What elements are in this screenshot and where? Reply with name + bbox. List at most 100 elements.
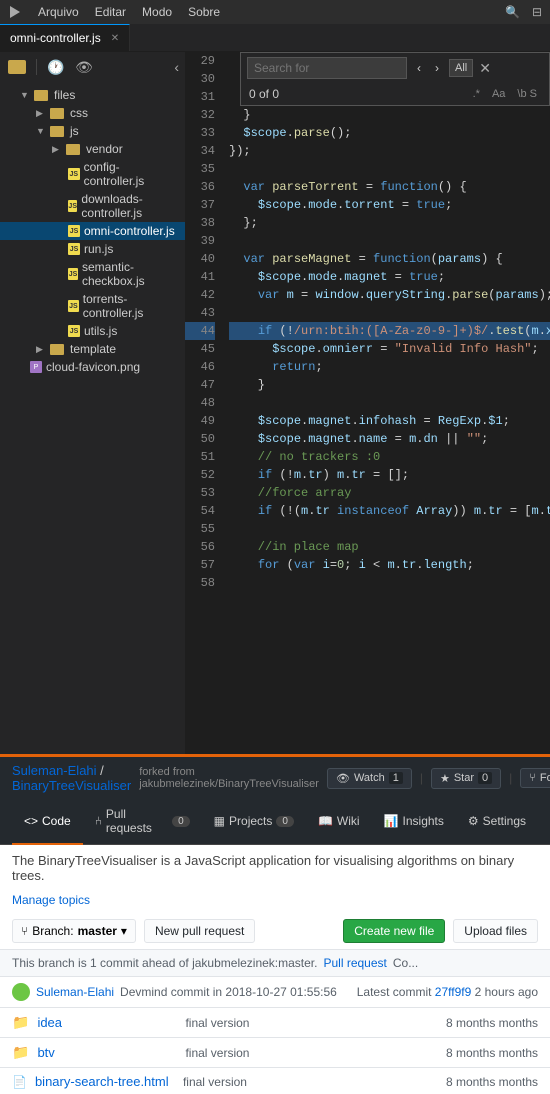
sidebar-file-omni-controller[interactable]: JS omni-controller.js (0, 222, 185, 240)
file-icon: 📄 (12, 1075, 27, 1089)
menu-arquivo[interactable]: Arquivo (38, 5, 79, 19)
github-branch-label: Branch: (32, 924, 73, 938)
search-input[interactable] (247, 57, 407, 79)
js-file-icon: JS (68, 325, 80, 337)
github-create-new-file-button[interactable]: Create new file (343, 919, 445, 943)
line-num: 44 (185, 322, 215, 340)
github-actions: 👁 Watch 1 | ★ Star 0 | ⑂ Fork 1 (327, 768, 550, 789)
sidebar-item-css[interactable]: ▶ css (0, 104, 185, 122)
github-file-row-binary-search-tree[interactable]: 📄 binary-search-tree.html final version … (0, 1068, 550, 1094)
eye-button[interactable]: 👁 (73, 56, 95, 78)
github-nav-code-label: Code (42, 814, 71, 828)
sidebar-item-template[interactable]: ▶ template (0, 340, 185, 358)
sidebar-file-config-controller[interactable]: JS config-controller.js (0, 158, 185, 190)
github-owner-link[interactable]: Suleman-Elahi (12, 763, 97, 778)
github-file-row-btv[interactable]: 📁 btv final version 8 months months (0, 1038, 550, 1068)
github-commit-label: Latest commit (357, 985, 435, 999)
github-watch-button[interactable]: 👁 Watch 1 (327, 768, 412, 789)
github-nav-settings[interactable]: ⚙ Settings (456, 799, 538, 845)
clock-icon: 🕐 (47, 59, 64, 76)
github-file-list: 📁 idea final version 8 months months 📁 b… (0, 1008, 550, 1094)
search-case-button[interactable]: Aa (488, 86, 509, 102)
sidebar-file-utils[interactable]: JS utils.js (0, 322, 185, 340)
github-commit-author-link[interactable]: Suleman-Elahi (36, 985, 114, 999)
github-nav-code[interactable]: <> Code (12, 799, 83, 845)
github-commit-bar: This branch is 1 commit ahead of jakubme… (0, 950, 550, 977)
line-num: 49 (185, 412, 215, 430)
line-num: 50 (185, 430, 215, 448)
github-fork-label: Fork (540, 772, 550, 784)
sidebar-label-run: run.js (84, 242, 113, 256)
format-icon[interactable]: ⊟ (532, 5, 542, 19)
github-file-name-idea[interactable]: idea (37, 1015, 177, 1030)
sidebar-file-run[interactable]: JS run.js (0, 240, 185, 258)
github-file-name-binary-search-tree[interactable]: binary-search-tree.html (35, 1074, 175, 1089)
code-line (229, 520, 550, 538)
sidebar-item-js[interactable]: ▼ js (0, 122, 185, 140)
search-next-button[interactable]: › (431, 59, 443, 77)
search-word-button[interactable]: \b S (513, 86, 541, 102)
search-close-button[interactable]: ✕ (479, 60, 491, 77)
sidebar-file-semantic-checkbox[interactable]: JS semantic-checkbox.js (0, 258, 185, 290)
github-pull-request-link[interactable]: Pull request (323, 956, 386, 970)
search-icon[interactable]: 🔍 (505, 5, 520, 19)
tab-omni-controller[interactable]: omni-controller.js ✕ (0, 24, 130, 51)
projects-icon: ▦ (214, 814, 225, 828)
collapse-sidebar-button[interactable]: ‹ (174, 59, 179, 75)
github-watch-count: 1 (389, 772, 403, 784)
github-fork-button[interactable]: ⑂ Fork 1 (520, 768, 550, 788)
line-num: 31 (185, 88, 215, 106)
menu-sobre[interactable]: Sobre (188, 5, 220, 19)
menu-editar[interactable]: Editar (95, 5, 126, 19)
code-line: $scope.magnet.name = m.dn || ""; (229, 430, 550, 448)
github-file-name-btv[interactable]: btv (37, 1045, 177, 1060)
history-button[interactable]: 🕐 (45, 56, 67, 78)
github-file-row-idea[interactable]: 📁 idea final version 8 months months (0, 1008, 550, 1038)
menu-modo[interactable]: Modo (142, 5, 172, 19)
line-num: 47 (185, 376, 215, 394)
code-icon: <> (24, 814, 38, 828)
github-nav-projects[interactable]: ▦ Projects 0 (202, 799, 306, 845)
search-prev-button[interactable]: ‹ (413, 59, 425, 77)
new-file-button[interactable] (6, 56, 28, 78)
line-num: 55 (185, 520, 215, 538)
github-repo-link[interactable]: BinaryTreeVisualiser (12, 778, 131, 793)
github-watch-label: Watch (354, 772, 385, 784)
sidebar-tree: ▼ files ▶ css ▼ js ▶ vendor (0, 82, 185, 754)
github-nav-wiki[interactable]: 📖 Wiki (306, 799, 372, 845)
code-line: if (!(m.tr instanceof Array)) m.tr = [m.… (229, 502, 550, 520)
github-new-pull-request-button[interactable]: New pull request (144, 919, 255, 943)
line-num: 36 (185, 178, 215, 196)
sidebar-file-cloud-favicon[interactable]: P cloud-favicon.png (0, 358, 185, 376)
github-description: The BinaryTreeVisualiser is a JavaScript… (0, 845, 550, 891)
sidebar-file-torrents-controller[interactable]: JS torrents-controller.js (0, 290, 185, 322)
github-upload-files-button[interactable]: Upload files (453, 919, 538, 943)
fork-icon: ⑂ (529, 772, 536, 784)
github-nav-insights[interactable]: 📊 Insights (372, 799, 456, 845)
btn-separator2: | (509, 771, 512, 785)
wiki-icon: 📖 (318, 814, 333, 828)
sidebar-toolbar: 🕐 👁 ‹ (0, 52, 185, 82)
code-line: $scope.mode.torrent = true; (229, 196, 550, 214)
github-star-button[interactable]: ★ Star 0 (431, 768, 501, 789)
search-regex-button[interactable]: .* (469, 86, 484, 102)
sidebar-item-files[interactable]: ▼ files (0, 86, 185, 104)
line-num: 37 (185, 196, 215, 214)
github-nav-pull-requests[interactable]: ⑃ Pull requests 0 (83, 799, 202, 845)
chevron-down-icon: ▾ (121, 924, 127, 938)
folder-icon: 📁 (12, 1044, 29, 1061)
sidebar-item-vendor[interactable]: ▶ vendor (0, 140, 185, 158)
code-line (229, 304, 550, 322)
play-button[interactable] (8, 5, 22, 19)
search-all-button[interactable]: All (449, 59, 473, 77)
code-content[interactable]: for (var id in searchProviders) { if (/\… (221, 52, 550, 754)
github-manage-topics-link[interactable]: Manage topics (12, 893, 90, 907)
code-line: var parseMagnet = function(params) { (229, 250, 550, 268)
sidebar-file-downloads-controller[interactable]: JS downloads-controller.js (0, 190, 185, 222)
line-num: 54 (185, 502, 215, 520)
github-branch-select[interactable]: ⑂ Branch: master ▾ (12, 919, 136, 943)
tab-close-button[interactable]: ✕ (111, 33, 119, 44)
github-nav-projects-count: 0 (276, 816, 294, 827)
github-commit-hash-link[interactable]: 27ff9f9 (435, 985, 471, 999)
js-file-icon: JS (68, 200, 77, 212)
